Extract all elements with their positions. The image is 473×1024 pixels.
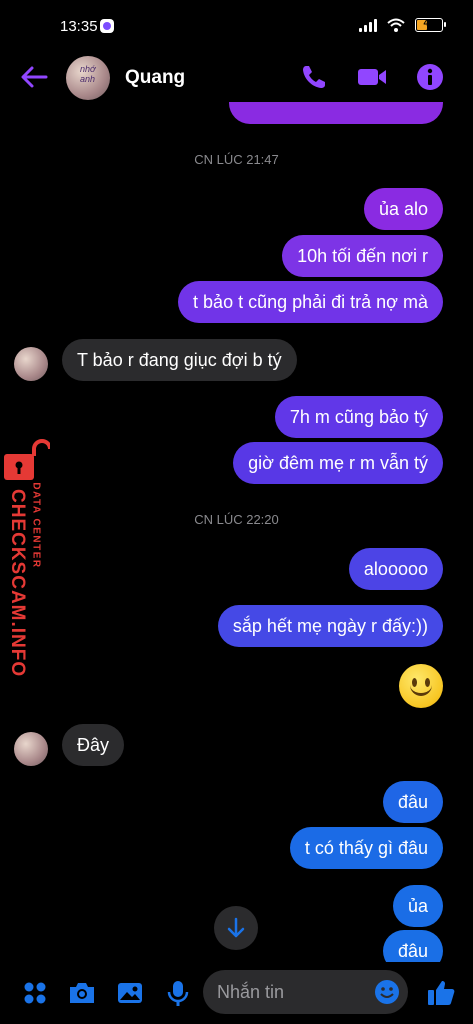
smile-emoji-message[interactable] xyxy=(399,664,443,708)
message-input-placeholder: Nhắn tin xyxy=(217,982,285,1002)
watermark-subtitle: DATA CENTER xyxy=(30,482,42,569)
apps-grid-icon[interactable] xyxy=(20,978,50,1008)
message-bubble[interactable]: alooooo xyxy=(348,548,443,590)
emoji-icon[interactable] xyxy=(374,979,400,1005)
message-bubble[interactable]: đâu xyxy=(382,781,443,823)
arrow-down-icon xyxy=(227,917,245,938)
timestamp: CN LÚC 22:20 xyxy=(194,512,279,527)
back-arrow-icon[interactable] xyxy=(20,65,48,89)
message-input[interactable]: Nhắn tin xyxy=(203,970,408,1014)
contact-name[interactable]: Quang xyxy=(125,67,185,89)
message-bubble[interactable]: T bảo r đang giục đợi b tý xyxy=(62,339,297,381)
signal-icon xyxy=(359,18,377,32)
message-bubble[interactable]: ủa alo xyxy=(363,188,443,230)
lock-watermark-icon xyxy=(4,439,50,480)
messenger-notification-icon xyxy=(100,19,114,33)
contact-avatar-small[interactable] xyxy=(14,732,48,766)
message-bubble[interactable]: 10h tối đến nơi r xyxy=(282,235,443,277)
phone-call-icon[interactable] xyxy=(300,63,328,91)
battery-level: 44 xyxy=(423,18,435,29)
message-bubble[interactable]: t bảo t cũng phải đi trả nợ mà xyxy=(178,281,443,323)
status-indicators: 44 xyxy=(359,18,446,32)
thumbs-up-icon[interactable] xyxy=(426,978,456,1008)
message-bubble-partial[interactable] xyxy=(229,102,443,124)
watermark-text: CHECKSCAM.INFO xyxy=(7,489,28,678)
message-bubble[interactable]: 7h m cũng bảo tý xyxy=(274,396,443,438)
video-call-icon[interactable] xyxy=(356,63,388,91)
camera-icon[interactable] xyxy=(67,978,97,1008)
message-bubble[interactable]: Đây xyxy=(62,724,125,766)
microphone-icon[interactable] xyxy=(163,978,193,1008)
status-time: 13:35 xyxy=(60,18,98,35)
message-bubble[interactable]: giờ đêm mẹ r m vẫn tý xyxy=(233,442,443,484)
wifi-icon xyxy=(387,18,405,32)
scroll-to-bottom-button[interactable] xyxy=(214,906,258,950)
message-bubble[interactable]: sắp hết mẹ ngày r đấy:)) xyxy=(217,605,443,647)
contact-avatar-small[interactable] xyxy=(14,347,48,381)
composer-bar: Nhắn tin xyxy=(0,962,473,1024)
message-list[interactable]: CN LÚC 21:47 ủa alo 10h tối đến nơi r t … xyxy=(0,102,473,962)
message-bubble[interactable]: t có thấy gì đâu xyxy=(289,827,443,869)
conversation-header: nhớ anh Quang xyxy=(0,52,473,102)
message-bubble[interactable]: ủa xyxy=(392,885,443,927)
gallery-icon[interactable] xyxy=(115,978,145,1008)
timestamp: CN LÚC 21:47 xyxy=(194,152,279,167)
status-bar: 13:35 44 xyxy=(0,0,473,52)
avatar-scribble: nhớ anh xyxy=(80,64,96,84)
info-icon[interactable] xyxy=(416,63,444,91)
battery-icon: 44 xyxy=(415,18,446,32)
message-bubble[interactable]: đâu xyxy=(382,930,443,962)
contact-avatar[interactable]: nhớ anh xyxy=(66,56,110,100)
